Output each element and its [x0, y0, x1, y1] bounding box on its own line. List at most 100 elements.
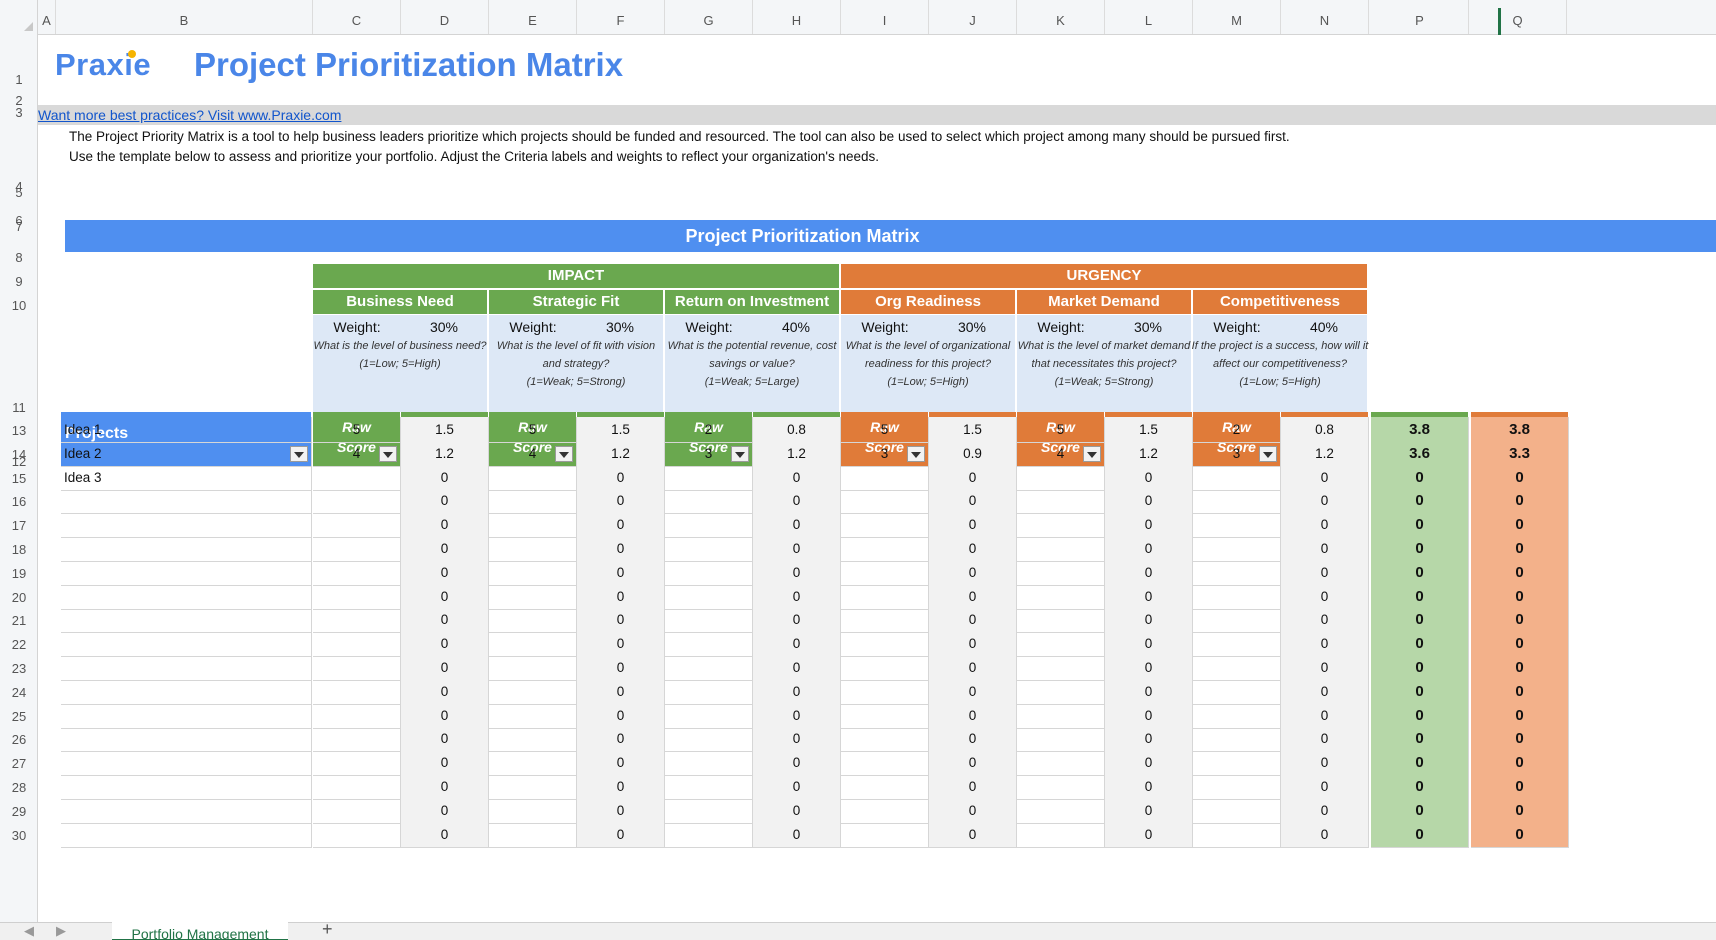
weighted-score-cell[interactable]: 0: [929, 536, 1017, 562]
weighted-score-cell[interactable]: 0: [753, 488, 841, 515]
weighted-score-cell[interactable]: 0: [753, 631, 841, 658]
weighted-score-cell[interactable]: 0: [401, 607, 489, 634]
weighted-score-cell[interactable]: 0: [1105, 631, 1193, 658]
weighted-score-cell[interactable]: 0: [929, 702, 1017, 729]
raw-score-cell[interactable]: [313, 536, 401, 562]
weighted-score-cell[interactable]: 0: [577, 655, 665, 681]
weighted-score-cell[interactable]: 0: [401, 583, 489, 610]
raw-score-cell[interactable]: [1017, 512, 1105, 539]
raw-score-cell[interactable]: 4: [1017, 440, 1105, 467]
weighted-score-cell[interactable]: 0: [1105, 464, 1193, 491]
weighted-score-cell[interactable]: 0: [1281, 464, 1369, 491]
project-name-cell[interactable]: [61, 678, 312, 705]
weighted-score-cell[interactable]: 0: [1105, 536, 1193, 562]
raw-score-cell[interactable]: [665, 655, 753, 681]
column-header-q[interactable]: Q: [1469, 0, 1567, 34]
weighted-score-cell[interactable]: 0: [1281, 583, 1369, 610]
impact-total-cell[interactable]: 0: [1371, 821, 1469, 848]
weighted-score-cell[interactable]: 0: [1105, 583, 1193, 610]
weighted-score-cell[interactable]: 0: [1105, 821, 1193, 848]
raw-score-cell[interactable]: [489, 464, 577, 491]
row-header-17[interactable]: 17: [0, 514, 37, 538]
raw-score-cell[interactable]: [313, 750, 401, 777]
raw-score-cell[interactable]: [1193, 655, 1281, 681]
weighted-score-cell[interactable]: 0: [401, 797, 489, 824]
weighted-score-cell[interactable]: 1.2: [401, 440, 489, 467]
weighted-score-cell[interactable]: 0: [1281, 512, 1369, 539]
weighted-score-cell[interactable]: 0: [929, 821, 1017, 848]
row-header-28[interactable]: 28: [0, 776, 37, 800]
urgency-total-cell[interactable]: 0: [1471, 607, 1569, 634]
weighted-score-cell[interactable]: 0: [929, 464, 1017, 491]
raw-score-cell[interactable]: [1017, 750, 1105, 777]
raw-score-cell[interactable]: 2: [1193, 417, 1281, 443]
raw-score-cell[interactable]: [1017, 678, 1105, 705]
raw-score-cell[interactable]: [665, 750, 753, 777]
raw-score-cell[interactable]: [665, 464, 753, 491]
urgency-total-cell[interactable]: 0: [1471, 536, 1569, 562]
add-sheet-button[interactable]: +: [322, 919, 333, 940]
raw-score-cell[interactable]: [1017, 702, 1105, 729]
weighted-score-cell[interactable]: 0: [577, 536, 665, 562]
raw-score-cell[interactable]: [489, 607, 577, 634]
row-header-22[interactable]: 22: [0, 633, 37, 657]
weighted-score-cell[interactable]: 0: [577, 678, 665, 705]
weighted-score-cell[interactable]: 0: [929, 583, 1017, 610]
raw-score-cell[interactable]: [489, 678, 577, 705]
urgency-total-cell[interactable]: 0: [1471, 702, 1569, 729]
weighted-score-cell[interactable]: 0.8: [753, 417, 841, 443]
weighted-score-cell[interactable]: 0.8: [1281, 417, 1369, 443]
weight-value-input[interactable]: 30%: [401, 319, 487, 335]
sheet-tab-portfolio-management[interactable]: Portfolio Management: [112, 922, 288, 940]
weighted-score-cell[interactable]: 0: [753, 678, 841, 705]
weighted-score-cell[interactable]: 0: [577, 702, 665, 729]
impact-total-cell[interactable]: 0: [1371, 797, 1469, 824]
column-header-i[interactable]: I: [841, 0, 929, 34]
raw-score-cell[interactable]: [841, 750, 929, 777]
weighted-score-cell[interactable]: 1.5: [401, 417, 489, 443]
impact-total-cell[interactable]: 3.8: [1371, 417, 1469, 443]
weighted-score-cell[interactable]: 0: [1281, 797, 1369, 824]
weighted-score-cell[interactable]: 0: [1281, 726, 1369, 753]
row-header-21[interactable]: 21: [0, 609, 37, 633]
raw-score-cell[interactable]: 4: [489, 440, 577, 467]
urgency-total-cell[interactable]: 0: [1471, 464, 1569, 491]
weighted-score-cell[interactable]: 0: [753, 512, 841, 539]
raw-score-cell[interactable]: [665, 702, 753, 729]
project-name-cell[interactable]: Idea 2: [61, 440, 312, 467]
raw-score-cell[interactable]: [841, 726, 929, 753]
raw-score-cell[interactable]: [665, 488, 753, 515]
weighted-score-cell[interactable]: 1.2: [577, 440, 665, 467]
weighted-score-cell[interactable]: 0.9: [929, 440, 1017, 467]
weighted-score-cell[interactable]: 0: [1281, 559, 1369, 586]
row-header-19[interactable]: 19: [0, 562, 37, 586]
weighted-score-cell[interactable]: 0: [577, 488, 665, 515]
raw-score-cell[interactable]: 2: [665, 417, 753, 443]
urgency-total-cell[interactable]: 0: [1471, 559, 1569, 586]
praxie-link[interactable]: Want more best practices? Visit www.Prax…: [38, 107, 341, 123]
raw-score-cell[interactable]: [313, 631, 401, 658]
raw-score-cell[interactable]: [489, 655, 577, 681]
weighted-score-cell[interactable]: 1.2: [1281, 440, 1369, 467]
weighted-score-cell[interactable]: 0: [1105, 797, 1193, 824]
weight-value-input[interactable]: 30%: [1105, 319, 1191, 335]
raw-score-cell[interactable]: [665, 797, 753, 824]
weighted-score-cell[interactable]: 0: [577, 797, 665, 824]
raw-score-cell[interactable]: [1193, 631, 1281, 658]
row-header-14[interactable]: 14: [0, 443, 37, 467]
weighted-score-cell[interactable]: 0: [929, 512, 1017, 539]
raw-score-cell[interactable]: [1193, 726, 1281, 753]
weighted-score-cell[interactable]: 0: [1281, 702, 1369, 729]
raw-score-cell[interactable]: [1017, 536, 1105, 562]
next-sheet-icon[interactable]: ▶: [56, 923, 66, 939]
raw-score-cell[interactable]: [313, 512, 401, 539]
weighted-score-cell[interactable]: 0: [577, 607, 665, 634]
row-header-16[interactable]: 16: [0, 490, 37, 514]
raw-score-cell[interactable]: 5: [841, 417, 929, 443]
weighted-score-cell[interactable]: 1.5: [929, 417, 1017, 443]
impact-total-cell[interactable]: 0: [1371, 631, 1469, 658]
raw-score-cell[interactable]: 3: [665, 440, 753, 467]
column-header-c[interactable]: C: [313, 0, 401, 34]
weighted-score-cell[interactable]: 0: [1105, 702, 1193, 729]
project-name-cell[interactable]: [61, 607, 312, 634]
